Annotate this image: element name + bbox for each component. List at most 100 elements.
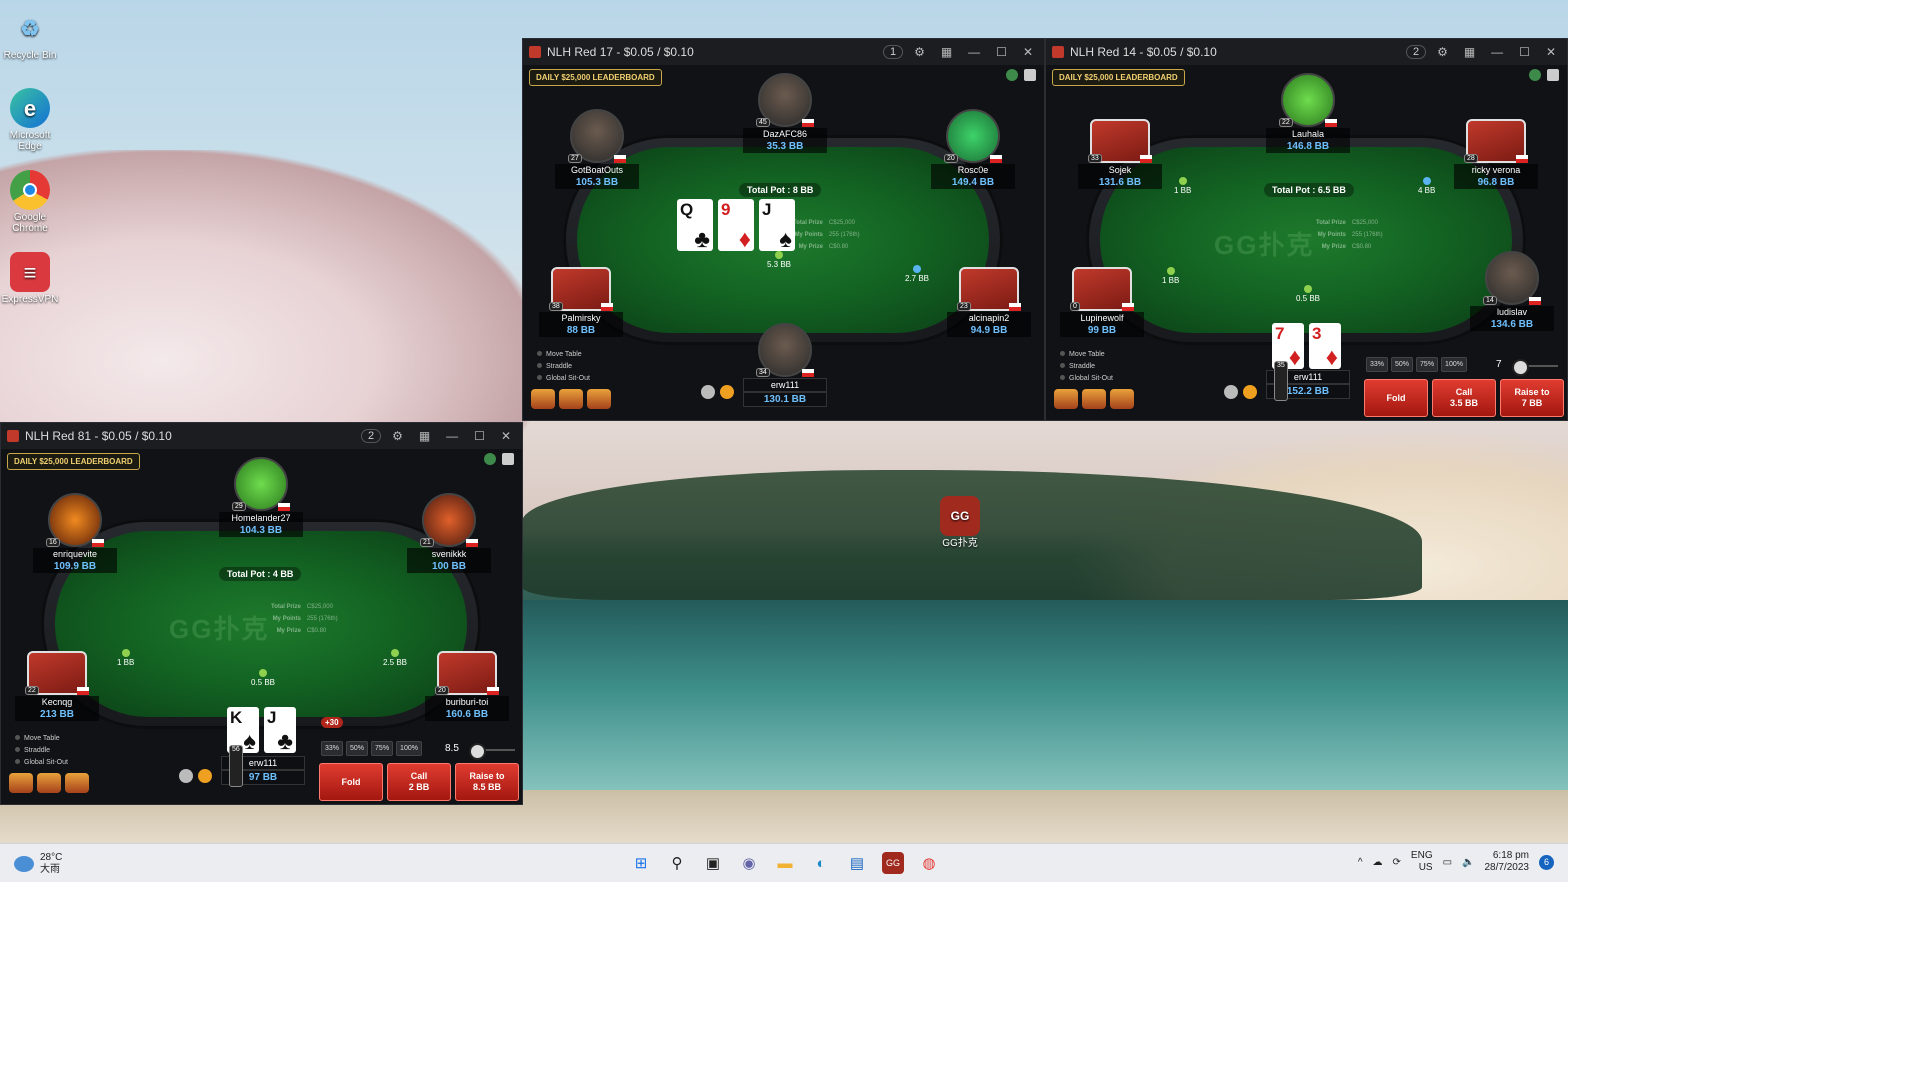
clock[interactable]: 6:18 pm 28/7/2023: [1485, 850, 1530, 874]
bet-slider[interactable]: [469, 743, 515, 760]
gear-icon[interactable]: ⚙: [387, 429, 408, 443]
volume-icon[interactable]: 🔈: [1462, 857, 1474, 868]
card-icon[interactable]: [1024, 69, 1036, 81]
leaderboard-badge[interactable]: DAILY $25,000 LEADERBOARD: [7, 453, 140, 470]
close-icon[interactable]: ✕: [1541, 45, 1561, 59]
file-explorer-icon[interactable]: ▬: [774, 852, 796, 874]
observers-count[interactable]: 1: [882, 45, 904, 59]
roulette-icon[interactable]: [1082, 389, 1106, 409]
table-window-red14[interactable]: NLH Red 14 - $0.05 / $0.10 2 ⚙ ▦ — ☐ ✕ D…: [1045, 38, 1568, 421]
promo-icon[interactable]: [1054, 389, 1078, 409]
bet-flop-icon[interactable]: [1110, 389, 1134, 409]
maximize-icon[interactable]: ☐: [991, 45, 1012, 59]
move-table-toggle[interactable]: Move Table: [1060, 349, 1113, 361]
chat-icon[interactable]: [179, 769, 193, 783]
desktop-icon-chrome[interactable]: Google Chrome: [0, 170, 60, 234]
layout-icon[interactable]: ▦: [1459, 45, 1480, 59]
maximize-icon[interactable]: ☐: [469, 429, 490, 443]
player-seat[interactable]: 0 Lupinewolf 99 BB: [1060, 267, 1144, 337]
clover-icon[interactable]: [1006, 69, 1018, 81]
straddle-toggle[interactable]: Straddle: [15, 745, 68, 757]
chrome-taskbar-icon[interactable]: ◍: [918, 852, 940, 874]
player-seat[interactable]: 20 buriburi-toi 160.6 BB: [425, 651, 509, 721]
roulette-icon[interactable]: [559, 389, 583, 409]
player-seat[interactable]: 45 DazAFC86 35.3 BB: [743, 73, 827, 153]
bet-flop-icon[interactable]: [587, 389, 611, 409]
emoji-icon[interactable]: [1243, 385, 1257, 399]
task-view-icon[interactable]: ▣: [702, 852, 724, 874]
notification-badge[interactable]: 6: [1539, 854, 1554, 870]
close-icon[interactable]: ✕: [1018, 45, 1038, 59]
desktop-icon-edge[interactable]: e Microsoft Edge: [0, 88, 60, 152]
desktop-icon-gg[interactable]: GG GG扑克: [930, 496, 990, 549]
desktop-icon-expressvpn[interactable]: ≡ ExpressVPN: [0, 252, 60, 305]
hero-seat[interactable]: 35 erw111 152.2 BB: [1266, 361, 1350, 401]
emoji-icon[interactable]: [720, 385, 734, 399]
chat-icon[interactable]: [1224, 385, 1238, 399]
call-button[interactable]: Call 2 BB: [387, 763, 451, 801]
table-window-red81[interactable]: NLH Red 81 - $0.05 / $0.10 2 ⚙ ▦ — ☐ ✕ D…: [0, 422, 523, 805]
layout-icon[interactable]: ▦: [414, 429, 435, 443]
straddle-toggle[interactable]: Straddle: [537, 361, 590, 373]
card-icon[interactable]: [502, 453, 514, 465]
hero-seat[interactable]: 34 erw111 130.1 BB: [743, 323, 827, 407]
player-seat[interactable]: 28 ricky verona 96.8 BB: [1454, 119, 1538, 189]
close-icon[interactable]: ✕: [496, 429, 516, 443]
preset-33[interactable]: 33%: [321, 741, 344, 756]
player-seat[interactable]: 27 GotBoatOuts 105.3 BB: [555, 109, 639, 189]
onedrive-icon[interactable]: ☁: [1373, 857, 1383, 868]
weather-widget[interactable]: 28°C 大雨: [14, 852, 62, 876]
network-icon[interactable]: ▭: [1443, 857, 1452, 868]
preset-75[interactable]: 75%: [1416, 357, 1439, 372]
table-window-red17[interactable]: NLH Red 17 - $0.05 / $0.10 1 ⚙ ▦ — ☐ ✕ D…: [522, 38, 1045, 421]
preset-50[interactable]: 50%: [1391, 357, 1414, 372]
gg-poker-taskbar-icon[interactable]: GG: [882, 852, 904, 874]
time-bank-button[interactable]: +30: [321, 717, 343, 728]
gear-icon[interactable]: ⚙: [909, 45, 930, 59]
preset-33[interactable]: 33%: [1366, 357, 1389, 372]
chat-icon[interactable]: [701, 385, 715, 399]
bet-amount-input[interactable]: 7: [1496, 359, 1502, 370]
fold-button[interactable]: Fold: [319, 763, 383, 801]
preset-100[interactable]: 100%: [1441, 357, 1467, 372]
title-bar[interactable]: NLH Red 14 - $0.05 / $0.10 2 ⚙ ▦ — ☐ ✕: [1046, 39, 1567, 65]
bet-flop-icon[interactable]: [65, 773, 89, 793]
start-icon[interactable]: ⊞: [630, 852, 652, 874]
teams-chat-icon[interactable]: ◉: [738, 852, 760, 874]
hero-seat[interactable]: 56 erw111 97 BB: [221, 745, 305, 787]
player-seat[interactable]: 22 Lauhala 146.8 BB: [1266, 73, 1350, 153]
observers-count[interactable]: 2: [360, 429, 382, 443]
store-icon[interactable]: ▤: [846, 852, 868, 874]
edge-taskbar-icon[interactable]: ◐: [810, 852, 832, 874]
maximize-icon[interactable]: ☐: [1514, 45, 1535, 59]
gear-icon[interactable]: ⚙: [1432, 45, 1453, 59]
preset-75[interactable]: 75%: [371, 741, 394, 756]
title-bar[interactable]: NLH Red 17 - $0.05 / $0.10 1 ⚙ ▦ — ☐ ✕: [523, 39, 1044, 65]
language-indicator[interactable]: ENG US: [1411, 850, 1433, 874]
player-seat[interactable]: 29 Homelander27 104.3 BB: [219, 457, 303, 537]
card-icon[interactable]: [1547, 69, 1559, 81]
bet-slider[interactable]: [1512, 359, 1558, 376]
leaderboard-badge[interactable]: DAILY $25,000 LEADERBOARD: [529, 69, 662, 86]
chevron-up-icon[interactable]: ^: [1358, 857, 1363, 868]
global-sitout-toggle[interactable]: Global Sit-Out: [15, 757, 68, 769]
desktop-icon-recycle-bin[interactable]: ♻ Recycle Bin: [0, 8, 60, 61]
fold-button[interactable]: Fold: [1364, 379, 1428, 417]
player-seat[interactable]: 38 Palmirsky 88 BB: [539, 267, 623, 337]
observers-count[interactable]: 2: [1405, 45, 1427, 59]
minimize-icon[interactable]: —: [963, 45, 985, 59]
call-button[interactable]: Call 3.5 BB: [1432, 379, 1496, 417]
player-seat[interactable]: 21 svenikkk 100 BB: [407, 493, 491, 573]
bet-amount-input[interactable]: 8.5: [445, 743, 459, 754]
preset-100[interactable]: 100%: [396, 741, 422, 756]
player-seat[interactable]: 20 Rosc0e 149.4 BB: [931, 109, 1015, 189]
player-seat[interactable]: 33 Sojek 131.6 BB: [1078, 119, 1162, 189]
title-bar[interactable]: NLH Red 81 - $0.05 / $0.10 2 ⚙ ▦ — ☐ ✕: [1, 423, 522, 449]
player-seat[interactable]: 16 enriquevite 109.9 BB: [33, 493, 117, 573]
minimize-icon[interactable]: —: [441, 429, 463, 443]
player-seat[interactable]: 22 Kecnqg 213 BB: [15, 651, 99, 721]
raise-button[interactable]: Raise to 8.5 BB: [455, 763, 519, 801]
move-table-toggle[interactable]: Move Table: [537, 349, 590, 361]
promo-icon[interactable]: [9, 773, 33, 793]
global-sitout-toggle[interactable]: Global Sit-Out: [1060, 373, 1113, 385]
